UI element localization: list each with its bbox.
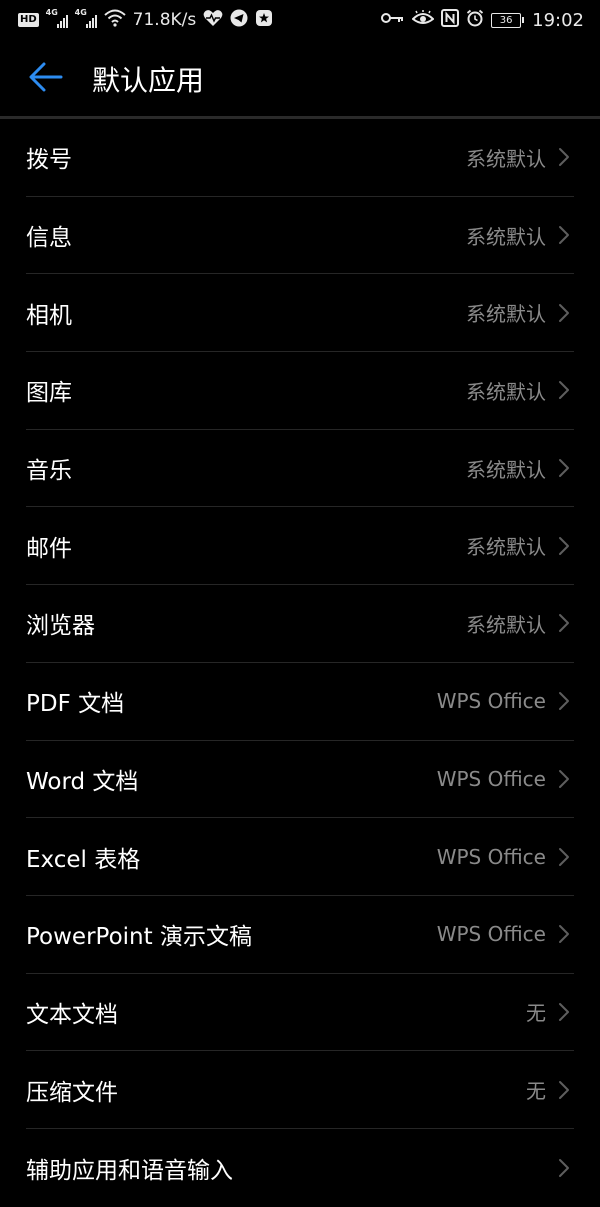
app-bar: 默认应用 — [0, 40, 600, 118]
chevron-right-icon — [554, 225, 574, 245]
list-item-right: 系统默认 — [466, 143, 574, 172]
chevron-right-icon — [554, 380, 574, 400]
list-item-label: PDF 文档 — [26, 691, 125, 718]
list-item-label: 浏览器 — [26, 613, 95, 640]
network-speed: 71.8K/s — [132, 10, 197, 30]
chevron-right-icon — [554, 924, 574, 944]
eye-comfort-icon — [411, 9, 435, 31]
list-item-value: 无 — [526, 1079, 546, 1104]
list-item-value: 系统默认 — [466, 457, 546, 482]
list-item[interactable]: Word 文档 WPS Office — [26, 741, 574, 819]
list-item[interactable]: 音乐 系统默认 — [26, 430, 574, 508]
sim1-signal-icon: 4G — [46, 8, 68, 29]
list-item-value: WPS Office — [436, 922, 546, 947]
list-item-value: 系统默认 — [466, 146, 546, 171]
list-item-label: Word 文档 — [26, 768, 139, 795]
nfc-icon — [441, 8, 460, 32]
list-item-value: 系统默认 — [466, 224, 546, 249]
chevron-right-icon — [554, 847, 574, 867]
health-heart-icon — [203, 9, 223, 32]
alarm-icon — [466, 9, 484, 32]
list-item-value: 无 — [526, 1001, 546, 1026]
status-bar: HD 4G 4G 71.8K/s 36 19:02 — [0, 0, 600, 40]
sim2-signal-icon: 4G — [75, 8, 97, 29]
status-bar-left: HD 4G 4G 71.8K/s — [18, 8, 273, 32]
list-item-label: 拨号 — [26, 147, 72, 174]
list-item-label: 音乐 — [26, 458, 72, 485]
list-item-right: WPS Office — [437, 767, 574, 791]
chevron-right-icon — [554, 691, 574, 711]
chevron-right-icon — [554, 1080, 574, 1100]
list-item[interactable]: 辅助应用和语音输入 — [26, 1129, 574, 1207]
status-bar-right: 36 19:02 — [381, 8, 584, 32]
list-item-right: WPS Office — [437, 689, 574, 713]
list-item-value: WPS Office — [436, 844, 546, 869]
chevron-right-icon — [554, 536, 574, 556]
status-clock: 19:02 — [532, 9, 584, 31]
list-item-right: 无 — [526, 1075, 574, 1104]
list-item-label: 压缩文件 — [26, 1079, 118, 1106]
battery-level: 36 — [499, 14, 513, 26]
telegram-icon — [230, 9, 248, 32]
list-item-value: 系统默认 — [466, 535, 546, 560]
list-item[interactable]: 文本文档 无 — [26, 974, 574, 1052]
list-item-label: Excel 表格 — [26, 846, 141, 873]
list-item[interactable]: 拨号 系统默认 — [26, 119, 574, 197]
default-apps-list: 拨号 系统默认 信息 系统默认 相机 系统默认 图库 系统默认 音乐 系统默认 … — [0, 119, 600, 1207]
list-item-value: WPS Office — [436, 689, 546, 714]
list-item-right: 系统默认 — [466, 221, 574, 250]
list-item-label: 文本文档 — [26, 1001, 118, 1028]
list-item-right: 系统默认 — [466, 454, 574, 483]
list-item[interactable]: 浏览器 系统默认 — [26, 585, 574, 663]
chevron-right-icon — [554, 303, 574, 323]
chevron-right-icon — [554, 1002, 574, 1022]
chevron-right-icon — [554, 769, 574, 789]
list-item[interactable]: 信息 系统默认 — [26, 197, 574, 275]
chevron-right-icon — [554, 1158, 574, 1178]
list-item-value: WPS Office — [436, 766, 546, 791]
list-item-label: 辅助应用和语音输入 — [26, 1157, 233, 1184]
app-notification-icon — [255, 9, 273, 32]
key-icon — [381, 10, 405, 30]
wifi-icon — [104, 9, 126, 32]
list-item-right: 无 — [526, 997, 574, 1026]
list-item-label: 相机 — [26, 302, 72, 329]
chevron-right-icon — [554, 458, 574, 478]
page-title: 默认应用 — [92, 64, 205, 97]
list-item-value: 系统默认 — [466, 612, 546, 637]
hd-voice-badge: HD — [18, 13, 39, 27]
list-item-right: WPS Office — [437, 845, 574, 869]
chevron-right-icon — [554, 147, 574, 167]
list-item[interactable]: Excel 表格 WPS Office — [26, 818, 574, 896]
chevron-right-icon — [554, 613, 574, 633]
list-item-right: WPS Office — [437, 922, 574, 946]
list-item-right — [546, 1158, 574, 1178]
battery-icon: 36 — [491, 12, 525, 28]
list-item-value: 系统默认 — [466, 379, 546, 404]
back-button[interactable] — [14, 47, 78, 111]
list-item[interactable]: PowerPoint 演示文稿 WPS Office — [26, 896, 574, 974]
list-item[interactable]: 相机 系统默认 — [26, 274, 574, 353]
list-item-right: 系统默认 — [466, 376, 574, 405]
list-item-right: 系统默认 — [466, 609, 574, 638]
arrow-left-icon — [29, 62, 63, 96]
list-item-label: 信息 — [26, 225, 72, 252]
list-item[interactable]: 压缩文件 无 — [26, 1051, 574, 1129]
list-item-right: 系统默认 — [466, 298, 574, 327]
list-item-label: PowerPoint 演示文稿 — [26, 924, 252, 951]
list-item-right: 系统默认 — [466, 531, 574, 560]
list-item[interactable]: PDF 文档 WPS Office — [26, 663, 574, 741]
list-item[interactable]: 图库 系统默认 — [26, 352, 574, 430]
list-item-label: 图库 — [26, 380, 72, 407]
list-item[interactable]: 邮件 系统默认 — [26, 507, 574, 586]
list-item-value: 系统默认 — [466, 302, 546, 327]
list-item-label: 邮件 — [26, 535, 72, 562]
